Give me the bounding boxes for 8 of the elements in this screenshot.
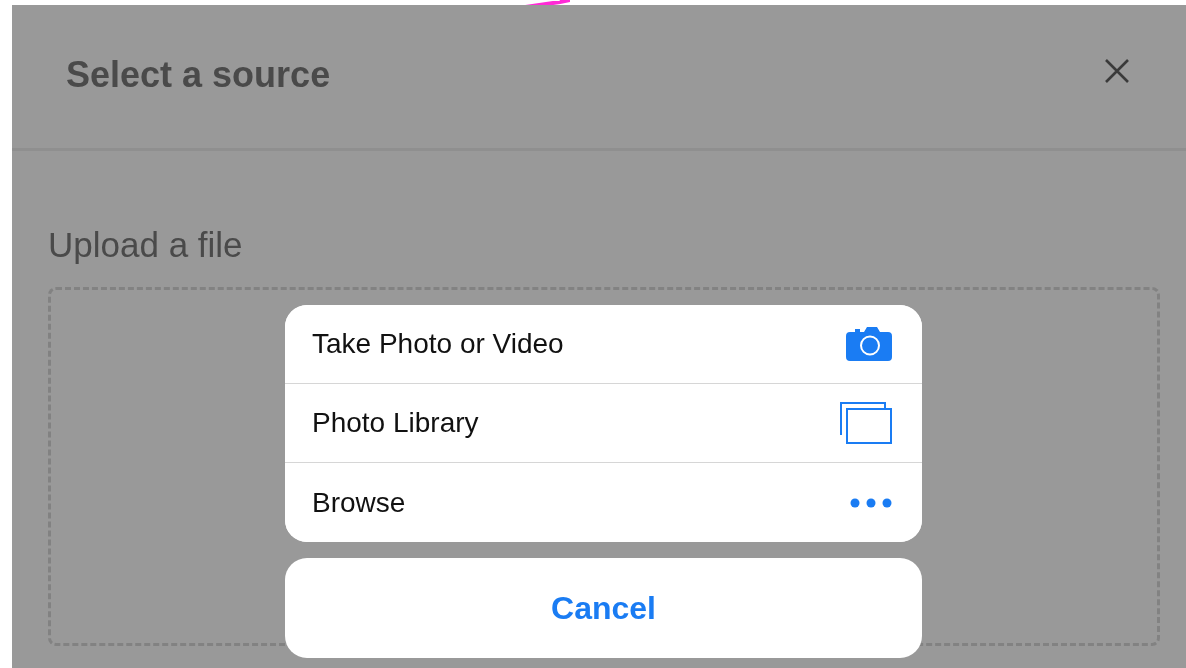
section-label: Upload a file [48, 225, 244, 265]
action-sheet-item[interactable]: Take Photo or Video [285, 305, 922, 384]
more-icon [850, 497, 892, 508]
close-button[interactable] [1104, 57, 1130, 84]
modal-title: Select a source [66, 53, 331, 96]
camera-icon [846, 327, 892, 361]
cancel-button[interactable]: Cancel [285, 558, 922, 658]
photo-library-icon [840, 402, 892, 444]
